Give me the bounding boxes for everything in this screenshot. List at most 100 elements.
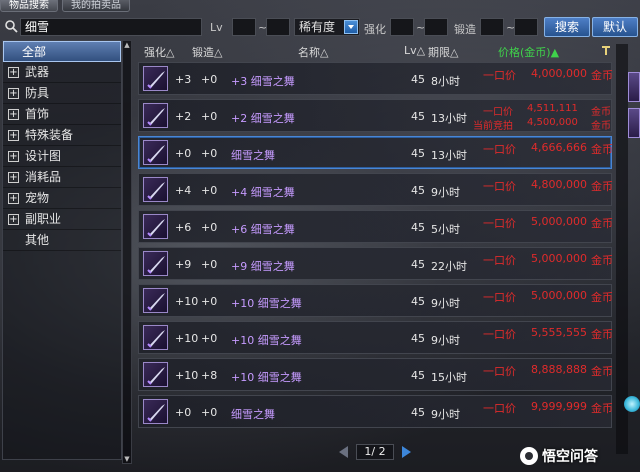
tab-item-search[interactable]: 物品搜索: [0, 0, 58, 12]
cell-lv: 45: [411, 258, 425, 271]
category-item[interactable]: + 首饰: [3, 104, 121, 125]
category-item[interactable]: + 消耗品: [3, 167, 121, 188]
category-item[interactable]: + 特殊装备: [3, 125, 121, 146]
table-row[interactable]: +3 +0 +3 细雪之舞 45 8小时 一口价 4,000,000 金币: [138, 62, 613, 95]
category-item[interactable]: + 武器: [3, 62, 121, 83]
table-row[interactable]: +2 +0 +2 细雪之舞 45 13小时 一口价 4,511,111 金币 当前竞拍 4,500…: [138, 99, 612, 132]
table-row[interactable]: +6 +0 +6 细雪之舞 45 5小时 一口价 5,000,000 金币: [138, 210, 613, 243]
cell-lv: 45: [411, 73, 425, 86]
table-row[interactable]: +0 +0 细雪之舞 45 13小时 一口价 4,666,666 金币: [138, 136, 613, 169]
col-price[interactable]: 价格(金币)▲: [498, 44, 559, 60]
lv-max-input[interactable]: [266, 18, 290, 36]
orb-icon: [624, 396, 640, 412]
col-enhance[interactable]: 强化△: [144, 44, 174, 60]
expand-plus-icon[interactable]: +: [8, 130, 19, 141]
prev-page-icon[interactable]: [336, 444, 352, 460]
side-item-icon: [628, 108, 640, 138]
cell-mode: 一口价: [483, 291, 516, 304]
cell-price: 5,000,000: [531, 252, 587, 265]
category-item[interactable]: 全部: [3, 41, 121, 62]
cell-price: 5,555,555: [531, 326, 587, 339]
cell-mode: 一口价: [483, 217, 516, 230]
search-icon: [5, 20, 18, 33]
category-item[interactable]: + 副职业: [3, 209, 121, 230]
cell-unit: 金币: [591, 69, 613, 82]
lv-min-input[interactable]: [232, 18, 256, 36]
dagger-icon: [143, 214, 168, 239]
top-tabs: 物品搜索 我的拍卖品: [0, 0, 130, 12]
table-row[interactable]: +4 +0 +4 细雪之舞 45 9小时 一口价 4,800,000 金币: [138, 173, 613, 206]
table-row[interactable]: +10 +0 +10 细雪之舞 45 9小时 一口价 5,000,000 金币: [138, 284, 613, 317]
cell-price: 8,888,888: [531, 363, 587, 376]
category-item[interactable]: + 设计图: [3, 146, 121, 167]
table-row[interactable]: +0 +0 细雪之舞 45 9小时 一口价 9,999,999 金币: [138, 395, 613, 428]
expand-plus-icon[interactable]: +: [8, 109, 19, 120]
col-period[interactable]: 期限△: [428, 44, 458, 60]
category-item[interactable]: + 防具: [3, 83, 121, 104]
category-item[interactable]: + 宠物: [3, 188, 121, 209]
expand-plus-icon[interactable]: +: [8, 88, 19, 99]
cell-price: 4,511,111: [527, 103, 578, 114]
cell-price: 4,666,666: [531, 141, 587, 154]
forge-min-input[interactable]: [480, 18, 504, 36]
default-button[interactable]: 默认: [592, 17, 638, 37]
cell-price-bid: 4,500,000: [527, 117, 578, 128]
category-label: 特殊装备: [25, 128, 74, 142]
cell-forge: +0: [201, 73, 218, 86]
table-row[interactable]: +10 +0 +10 细雪之舞 45 9小时 一口价 5,555,555 金币: [138, 321, 613, 354]
next-page-icon[interactable]: [398, 444, 414, 460]
cell-enhance: +9: [175, 258, 192, 271]
col-forge[interactable]: 锻造△: [192, 44, 222, 60]
scroll-up-icon[interactable]: ▲: [123, 41, 131, 49]
col-lv[interactable]: Lv△: [404, 44, 425, 57]
pin-icon[interactable]: [600, 44, 612, 56]
dagger-icon: [143, 66, 168, 91]
category-label: 副职业: [25, 212, 62, 226]
cell-period: 8小时: [431, 75, 460, 88]
expand-plus-icon[interactable]: +: [8, 67, 19, 78]
cell-name: 细雪之舞: [231, 149, 275, 162]
cell-forge: +0: [201, 332, 218, 345]
cell-name: +6 细雪之舞: [231, 223, 295, 236]
category-item[interactable]: 其他: [3, 230, 121, 251]
col-name[interactable]: 名称△: [298, 44, 328, 60]
dagger-icon: [143, 103, 168, 128]
keyword-input[interactable]: 细雪: [20, 18, 202, 36]
cell-mode: 一口价: [483, 254, 516, 267]
cell-lv: 45: [411, 184, 425, 197]
enhance-min-input[interactable]: [390, 18, 414, 36]
cell-lv: 45: [411, 221, 425, 234]
cell-unit: 金币: [591, 402, 613, 415]
tab-my-auctions[interactable]: 我的拍卖品: [62, 0, 130, 12]
cell-enhance: +6: [175, 221, 192, 234]
chevron-down-icon[interactable]: [344, 20, 358, 34]
cell-forge: +0: [201, 295, 218, 308]
wukong-logo-icon: [520, 447, 538, 465]
category-scrollbar[interactable]: ▲ ▼: [122, 40, 132, 464]
list-scrollbar[interactable]: [616, 44, 628, 454]
cell-lv: 45: [411, 332, 425, 345]
search-bar: 细雪 Lv ~ 稀有度 强化 ~ 锻造 ~ 搜索 默认: [0, 14, 640, 42]
cell-name: +4 细雪之舞: [231, 186, 295, 199]
enhance-max-input[interactable]: [424, 18, 448, 36]
expand-plus-icon[interactable]: +: [8, 172, 19, 183]
expand-plus-icon[interactable]: +: [8, 151, 19, 162]
rarity-select[interactable]: 稀有度: [294, 18, 360, 36]
forge-max-input[interactable]: [514, 18, 538, 36]
scroll-down-icon[interactable]: ▼: [123, 455, 131, 463]
forge-label: 锻造: [454, 23, 476, 36]
cell-mode: 一口价: [483, 143, 516, 156]
dagger-icon: [143, 251, 168, 276]
cell-mode-bid: 当前竞拍: [473, 121, 513, 132]
expand-plus-icon[interactable]: +: [8, 193, 19, 204]
dagger-icon: [143, 399, 168, 424]
cell-enhance: +0: [175, 406, 192, 419]
expand-plus-icon[interactable]: +: [8, 214, 19, 225]
cell-unit-bid: 金币: [591, 121, 611, 132]
table-row[interactable]: +9 +0 +9 细雪之舞 45 22小时 一口价 5,000,000 金币: [138, 247, 613, 280]
search-button[interactable]: 搜索: [544, 17, 590, 37]
cell-unit: 金币: [591, 143, 613, 156]
cell-price: 4,000,000: [531, 67, 587, 80]
table-row[interactable]: +10 +8 +10 细雪之舞 45 15小时 一口价 8,888,888 金币: [138, 358, 613, 391]
cell-unit: 金币: [591, 180, 613, 193]
